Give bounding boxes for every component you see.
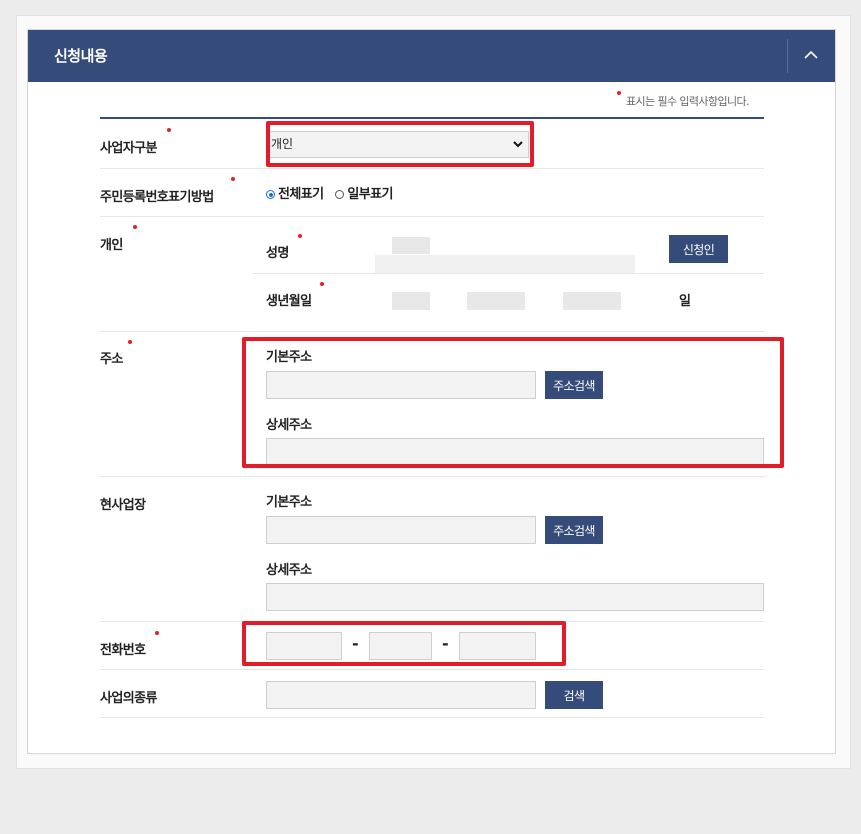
birth-label: 생년월일 [266,294,312,309]
required-dot-icon [617,91,621,95]
highlight-box [242,621,566,666]
business-type-label: 사업자구분 [100,141,157,156]
redacted-year [392,292,430,310]
applicant-button[interactable]: 신청인 [669,235,728,263]
radio-unselected-icon[interactable] [335,190,345,199]
panel-header: 신청내용 [28,30,835,82]
radio-full-label: 전체표기 [278,187,324,202]
row-divider [100,331,764,332]
row-divider [100,168,764,169]
required-dot-icon [155,631,159,635]
workplace-detail-input[interactable] [266,583,764,611]
row-divider [100,669,764,670]
business-kind-search-button[interactable]: 검색 [545,681,603,709]
collapse-button[interactable] [788,30,835,82]
chevron-up-icon [804,50,818,59]
radio-full[interactable]: 전체표기 [266,183,324,202]
required-dot-icon [128,340,132,344]
name-label: 성명 [266,246,289,261]
redacted-area [375,255,635,273]
required-dot-icon [167,128,171,132]
workplace-basic-input[interactable] [266,516,536,544]
required-dot-icon [231,177,235,181]
row-divider [253,273,764,274]
phone-label: 전화번호 [100,643,146,658]
form-top-line [100,117,764,119]
address-label: 주소 [100,352,123,367]
row-divider [100,216,764,217]
business-kind-input[interactable] [266,681,536,709]
required-dot-icon [320,282,324,286]
highlight-box [266,121,534,167]
id-display-label: 주민등록번호표기방법 [100,190,214,205]
day-suffix: 일 [679,294,691,309]
highlight-box [242,337,784,468]
radio-selected-icon[interactable] [266,190,275,199]
radio-partial[interactable]: 일부표기 [335,183,393,202]
id-display-radio-group: 전체표기 일부표기 [266,183,401,202]
workplace-detail-label: 상세주소 [266,563,312,578]
workplace-search-button[interactable]: 주소검색 [545,516,603,544]
business-kind-label: 사업의종류 [100,691,157,706]
radio-partial-label: 일부표기 [347,187,393,202]
panel-title: 신청내용 [54,47,108,65]
row-divider [100,717,764,718]
required-dot-icon [133,225,137,229]
workplace-basic-label: 기본주소 [266,495,312,510]
row-divider [100,476,764,477]
redacted-name [392,237,430,254]
redacted-day [563,292,621,310]
workplace-label: 현사업장 [100,498,146,513]
required-dot-icon [298,234,302,238]
redacted-month [467,292,525,310]
individual-label: 개인 [100,238,123,253]
required-note: 표시는 필수 입력사항입니다. [626,95,750,108]
